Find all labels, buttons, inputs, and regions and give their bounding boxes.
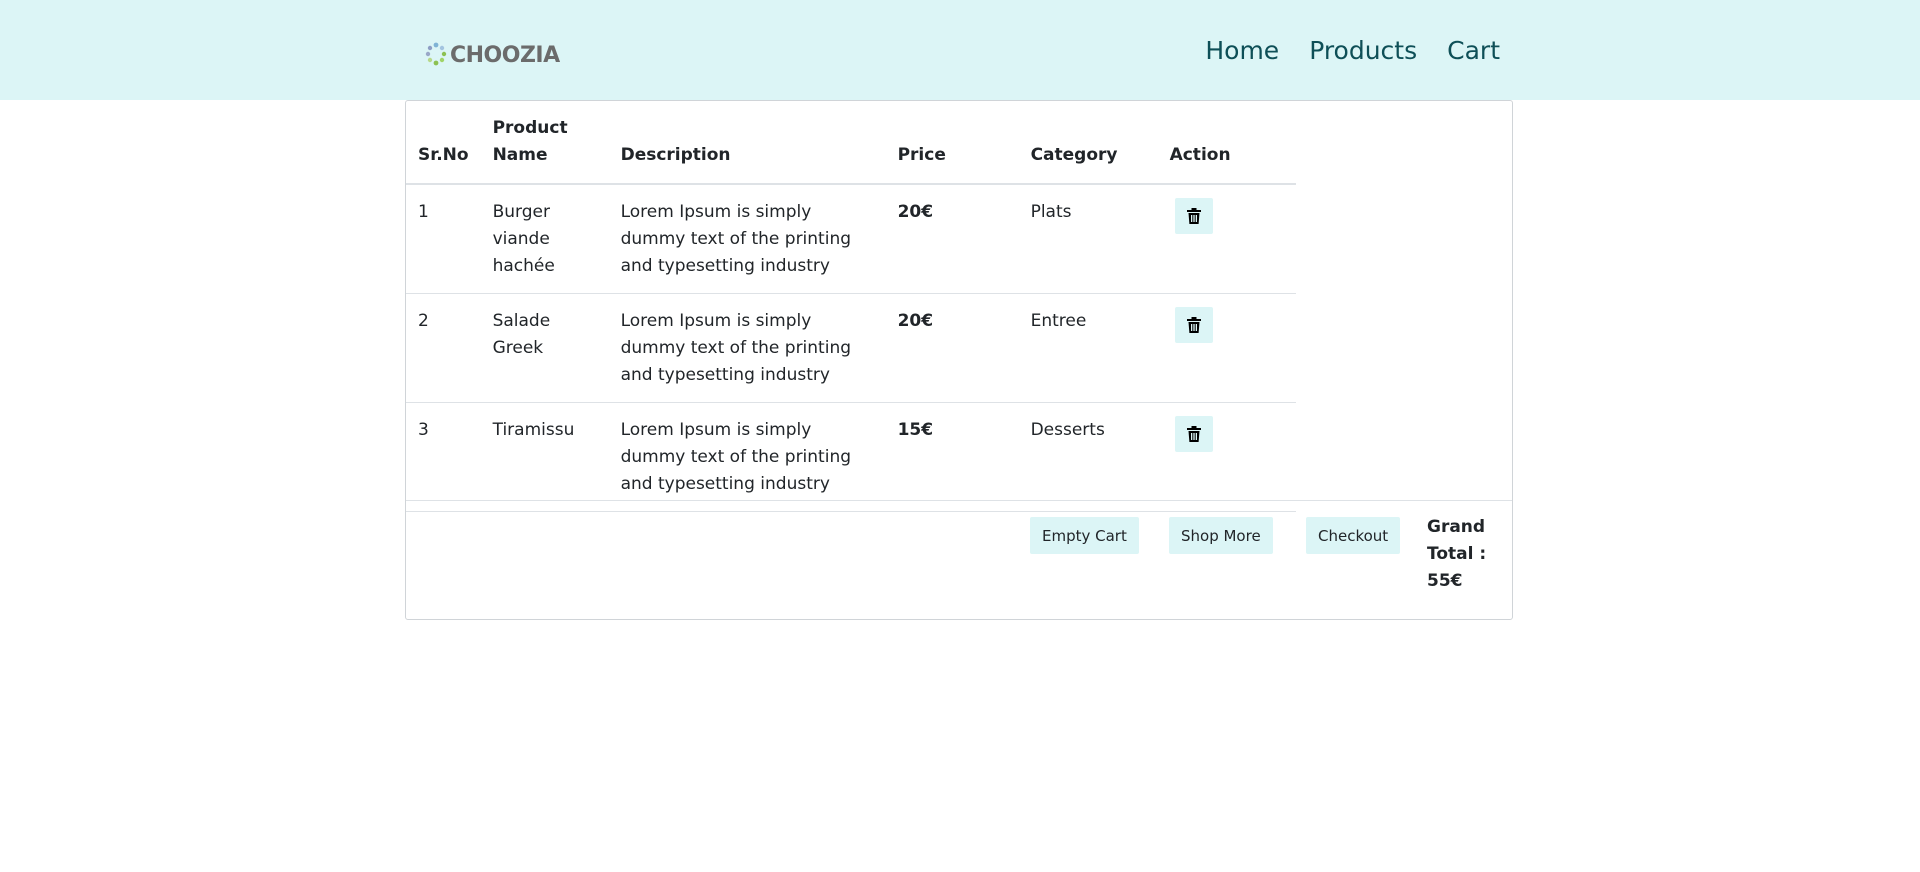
row-action xyxy=(1157,184,1296,294)
brand-name: CHOOZIA xyxy=(450,42,560,68)
row-product-name: Burger viande hachée xyxy=(480,184,609,294)
row-category: Entree xyxy=(1018,293,1158,403)
row-product-name: Tiramissu xyxy=(480,402,609,512)
header-description: Description xyxy=(608,101,886,185)
row-description: Lorem Ipsum is simply dummy text of the … xyxy=(608,184,886,294)
header-price: Price xyxy=(885,101,1019,185)
delete-item-button[interactable] xyxy=(1174,198,1213,234)
row-price: 20€ xyxy=(885,293,1019,403)
trash-icon xyxy=(1186,317,1201,333)
header-action: Action xyxy=(1157,101,1296,185)
table-header-row: Sr.No Product Name Description Price Cat… xyxy=(406,101,1296,185)
row-action xyxy=(1157,402,1296,512)
brand-logo[interactable]: CHOOZIA xyxy=(424,40,560,70)
table-row: 1 Burger viande hachée Lorem Ipsum is si… xyxy=(406,184,1296,294)
header-category: Category xyxy=(1018,101,1158,185)
nav-cart-link[interactable]: Cart xyxy=(1447,36,1500,65)
row-description: Lorem Ipsum is simply dummy text of the … xyxy=(608,293,886,403)
grand-total: Grand Total : 55€ xyxy=(1427,517,1487,591)
table-row: 2 Salade Greek Lorem Ipsum is simply dum… xyxy=(406,293,1296,403)
row-description: Lorem Ipsum is simply dummy text of the … xyxy=(608,402,886,512)
nav-products-link[interactable]: Products xyxy=(1309,36,1417,65)
trash-icon xyxy=(1186,426,1201,442)
row-price: 20€ xyxy=(885,184,1019,294)
table-row: 3 Tiramissu Lorem Ipsum is simply dummy … xyxy=(406,402,1296,512)
cart-card: Sr.No Product Name Description Price Cat… xyxy=(405,100,1513,620)
row-product-name: Salade Greek xyxy=(480,293,609,403)
row-sr-no: 2 xyxy=(406,293,481,403)
row-category: Plats xyxy=(1018,184,1158,294)
row-action xyxy=(1157,293,1296,403)
row-sr-no: 3 xyxy=(406,402,481,512)
cart-footer: Empty Cart Shop More Checkout Grand Tota… xyxy=(406,500,1512,591)
choozia-logo-icon xyxy=(425,42,447,66)
navbar: CHOOZIA Home Products Cart xyxy=(0,0,1920,100)
row-price: 15€ xyxy=(885,402,1019,512)
empty-cart-button[interactable]: Empty Cart xyxy=(1030,517,1139,554)
trash-icon xyxy=(1186,208,1201,224)
delete-item-button[interactable] xyxy=(1174,416,1213,452)
row-sr-no: 1 xyxy=(406,184,481,294)
delete-item-button[interactable] xyxy=(1174,307,1213,343)
checkout-button[interactable]: Checkout xyxy=(1306,517,1401,554)
header-sr-no: Sr.No xyxy=(406,101,481,185)
header-product-name: Product Name xyxy=(480,101,609,185)
nav-links: Home Products Cart xyxy=(1205,36,1500,65)
cart-table: Sr.No Product Name Description Price Cat… xyxy=(406,101,1296,512)
shop-more-button[interactable]: Shop More xyxy=(1169,517,1273,554)
row-category: Desserts xyxy=(1018,402,1158,512)
nav-home-link[interactable]: Home xyxy=(1205,36,1279,65)
